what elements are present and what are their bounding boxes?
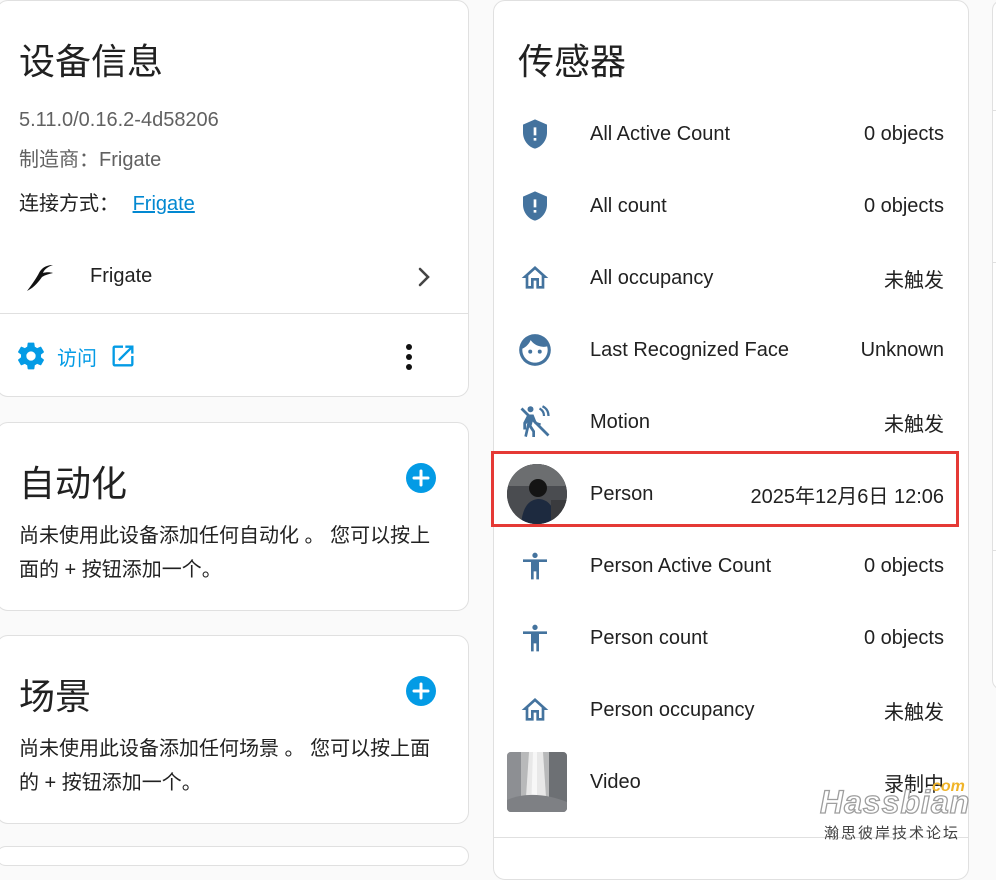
human-icon xyxy=(516,547,554,585)
automation-card: 自动化 尚未使用此设备添加任何自动化 。 您可以按上面的 + 按钮添加一个。 xyxy=(0,422,469,611)
sensor-name: Person Active Count xyxy=(590,554,772,577)
sensor-value: 2025年12月6日 12:06 xyxy=(750,485,944,508)
home-outline-icon xyxy=(516,691,554,729)
shield-alert-icon xyxy=(516,115,554,153)
face-recognition-icon xyxy=(516,331,554,369)
device-info-title: 设备信息 xyxy=(19,41,164,82)
human-icon xyxy=(516,619,554,657)
next-card xyxy=(0,846,469,866)
sensor-row-motion[interactable]: Motion 未触发 xyxy=(494,386,968,458)
version-text: 5.11.0/0.16.2-4d58206 xyxy=(19,109,219,131)
sensor-name: All Active Count xyxy=(590,122,731,145)
divider xyxy=(0,313,468,314)
sensor-row-all-active-count[interactable]: All Active Count 0 objects xyxy=(494,98,968,170)
sensor-row-person-occupancy[interactable]: Person occupancy 未触发 xyxy=(494,674,968,746)
divider xyxy=(992,550,996,551)
video-thumbnail xyxy=(507,752,567,812)
scene-card: 场景 尚未使用此设备添加任何场景 。 您可以按上面的 + 按钮添加一个。 xyxy=(0,635,469,824)
scene-title: 场景 xyxy=(19,676,92,717)
visit-label: 访问 xyxy=(57,347,97,370)
sensor-name: Video xyxy=(590,770,641,793)
integration-row[interactable]: Frigate xyxy=(0,241,468,313)
scene-description: 尚未使用此设备添加任何场景 。 您可以按上面的 + 按钮添加一个。 xyxy=(19,738,431,794)
watermark-brand: Hassbian xyxy=(819,783,971,820)
connection-link[interactable]: Frigate xyxy=(133,193,195,215)
sensor-row-person-active-count[interactable]: Person Active Count 0 objects xyxy=(494,530,968,602)
sensor-value: 未触发 xyxy=(884,701,944,724)
manufacturer-text: 制造商：Frigate xyxy=(19,149,162,171)
automation-title: 自动化 xyxy=(19,463,128,504)
right-partial-card xyxy=(992,0,996,690)
sensors-title: 传感器 xyxy=(518,41,627,82)
sensor-name: Last Recognized Face xyxy=(590,338,790,361)
sensor-name: Motion xyxy=(590,410,651,433)
watermark-subtitle: 瀚思彼岸技术论坛 xyxy=(824,825,961,842)
visit-button[interactable]: 访问 xyxy=(15,337,137,375)
motion-sensor-off-icon xyxy=(516,403,554,441)
sensor-row-last-recognized-face[interactable]: Last Recognized Face Unknown xyxy=(494,314,968,386)
add-automation-button[interactable] xyxy=(406,463,436,493)
connection-label: 连接方式： xyxy=(19,193,119,215)
sensors-card: 传感器 All Active Count 0 objects All count… xyxy=(493,0,969,880)
sensor-value: 未触发 xyxy=(884,413,944,436)
sensor-name: All count xyxy=(590,194,667,217)
sensor-value: 0 objects xyxy=(863,122,944,145)
sensor-name: Person count xyxy=(590,626,708,649)
connection-row: 连接方式： Frigate xyxy=(19,187,195,216)
person-thumbnail xyxy=(507,464,567,524)
more-options-icon[interactable] xyxy=(406,343,412,376)
gear-icon xyxy=(15,340,47,372)
chevron-right-icon xyxy=(416,265,432,294)
integration-name: Frigate xyxy=(90,265,153,287)
sensor-row-all-count[interactable]: All count 0 objects xyxy=(494,170,968,242)
sensor-value: 0 objects xyxy=(863,554,944,577)
add-scene-button[interactable] xyxy=(406,676,436,706)
sensor-row-person[interactable]: Person 2025年12月6日 12:06 xyxy=(494,458,968,530)
automation-description: 尚未使用此设备添加任何自动化 。 您可以按上面的 + 按钮添加一个。 xyxy=(19,525,431,581)
open-in-new-icon xyxy=(109,342,137,370)
shield-alert-icon xyxy=(516,187,554,225)
divider xyxy=(992,262,996,263)
sensor-row-all-occupancy[interactable]: All occupancy 未触发 xyxy=(494,242,968,314)
sensor-name: Person xyxy=(590,482,654,505)
watermark: com Hassbian 瀚思彼岸技术论坛 xyxy=(818,778,978,844)
sensor-name: All occupancy xyxy=(590,266,714,289)
home-outline-icon xyxy=(516,259,554,297)
sensor-row-person-count[interactable]: Person count 0 objects xyxy=(494,602,968,674)
device-info-card: 设备信息 5.11.0/0.16.2-4d58206 制造商：Frigate 连… xyxy=(0,0,469,397)
sensor-value: 0 objects xyxy=(863,626,944,649)
sensor-name: Person occupancy xyxy=(590,698,755,721)
sensor-value: Unknown xyxy=(860,338,944,361)
frigate-bird-icon xyxy=(25,261,57,298)
sensor-value: 未触发 xyxy=(884,269,944,292)
divider xyxy=(992,110,996,111)
sensor-value: 0 objects xyxy=(863,194,944,217)
